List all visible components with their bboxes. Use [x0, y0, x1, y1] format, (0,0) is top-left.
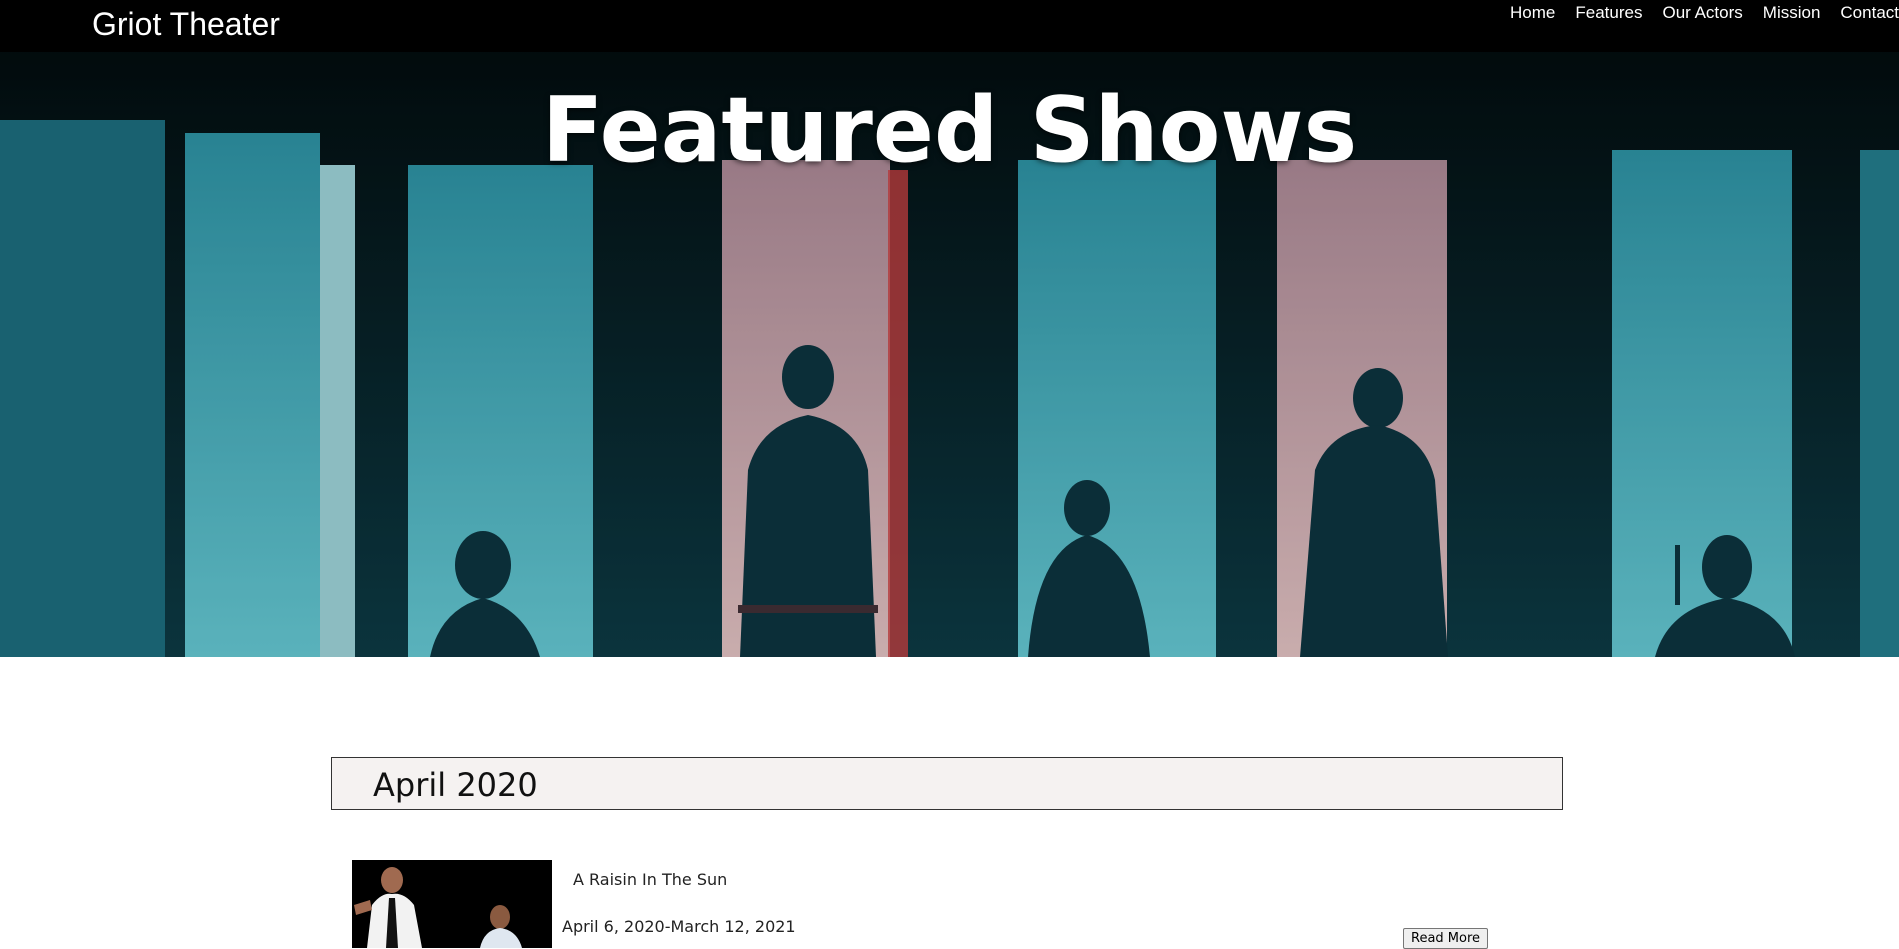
nav-link-home[interactable]: Home — [1510, 2, 1555, 24]
nav-link-contact[interactable]: Contact — [1840, 2, 1899, 24]
brand-link[interactable]: Griot Theater — [92, 4, 280, 44]
show-list-item: A Raisin In The Sun April 6, 2020-March … — [352, 860, 1492, 949]
nav-menu: Home Features Our Actors Mission Contact — [1490, 2, 1899, 24]
nav-link-our-actors[interactable]: Our Actors — [1662, 2, 1742, 24]
month-header: April 2020 — [331, 757, 1563, 810]
show-thumbnail-image — [352, 860, 552, 948]
hero-title: Featured Shows — [541, 78, 1358, 183]
nav-link-mission[interactable]: Mission — [1763, 2, 1821, 24]
read-more-button[interactable]: Read More — [1403, 928, 1489, 949]
show-title: A Raisin In The Sun — [573, 870, 728, 889]
month-label: April 2020 — [373, 766, 538, 804]
top-navbar: Griot Theater Home Features Our Actors M… — [0, 0, 1899, 52]
show-dates: April 6, 2020-March 12, 2021 — [562, 917, 796, 936]
nav-link-features[interactable]: Features — [1575, 2, 1642, 24]
